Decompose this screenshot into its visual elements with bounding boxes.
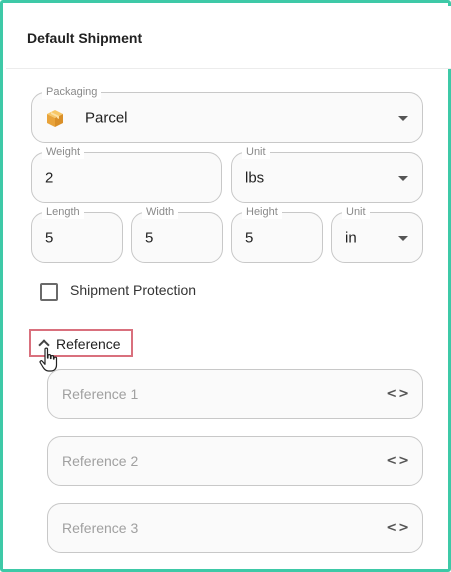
chevron-down-icon	[398, 115, 408, 121]
shipment-panel: Default Shipment Packaging Parcel Weight…	[0, 0, 451, 572]
height-field[interactable]: Height 5	[231, 205, 323, 263]
reference-1-placeholder: Reference 1	[62, 386, 139, 402]
reference-2-placeholder: Reference 2	[62, 453, 139, 469]
chevron-down-icon	[398, 235, 408, 241]
reference-2-field[interactable]: Reference 2 <>	[47, 436, 423, 486]
code-brackets-icon[interactable]: <>	[386, 454, 410, 469]
dimension-unit-value: in	[345, 229, 357, 246]
dimension-unit-select[interactable]: Unit in	[331, 205, 423, 263]
box-icon	[47, 109, 63, 127]
width-label: Width	[142, 205, 179, 219]
page-title: Default Shipment	[27, 30, 143, 46]
shipment-protection-label[interactable]: Shipment Protection	[70, 282, 196, 298]
length-label: Length	[42, 205, 84, 219]
width-value: 5	[145, 229, 154, 246]
chevron-down-icon	[398, 175, 408, 181]
length-field[interactable]: Length 5	[31, 205, 123, 263]
code-brackets-icon[interactable]: <>	[386, 521, 410, 536]
packaging-select[interactable]: Packaging Parcel	[31, 85, 423, 143]
length-value: 5	[45, 229, 54, 246]
reference-3-field[interactable]: Reference 3 <>	[47, 503, 423, 553]
reference-1-field[interactable]: Reference 1 <>	[47, 369, 423, 419]
shipment-protection-checkbox[interactable]	[40, 283, 58, 301]
width-field[interactable]: Width 5	[131, 205, 223, 263]
weight-field[interactable]: Weight 2	[31, 145, 222, 203]
weight-value: 2	[45, 169, 54, 186]
dimension-unit-label: Unit	[342, 205, 370, 219]
height-value: 5	[245, 229, 254, 246]
weight-unit-select[interactable]: Unit lbs	[231, 145, 423, 203]
weight-label: Weight	[42, 145, 85, 159]
reference-3-placeholder: Reference 3	[62, 520, 139, 536]
packaging-value: Parcel	[85, 109, 128, 126]
weight-unit-label: Unit	[242, 145, 270, 159]
weight-unit-value: lbs	[245, 169, 265, 186]
height-label: Height	[242, 205, 282, 219]
packaging-label: Packaging	[42, 85, 102, 99]
panel-header: Default Shipment	[6, 6, 451, 69]
reference-toggle-label: Reference	[56, 336, 121, 352]
code-brackets-icon[interactable]: <>	[386, 387, 410, 402]
